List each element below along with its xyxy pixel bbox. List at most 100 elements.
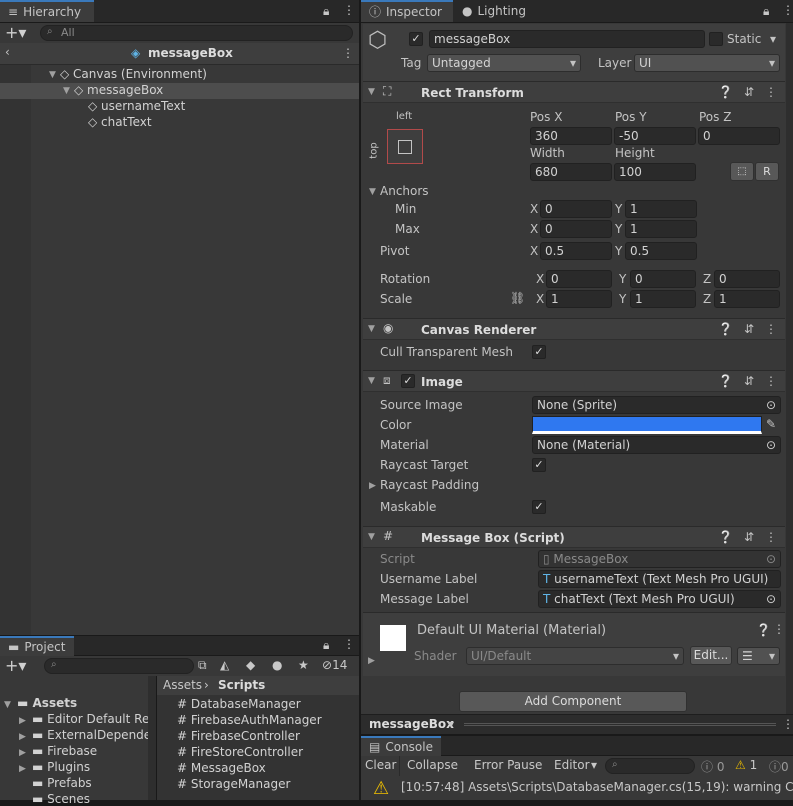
clear-button[interactable]: Clear [365, 758, 396, 772]
raycast-target-checkbox[interactable]: ✓ [532, 458, 546, 472]
expand-icon[interactable]: ▼ [369, 187, 376, 197]
lock-icon[interactable]: 🔒︎ [323, 4, 329, 19]
more-icon[interactable]: ⋮ [343, 3, 355, 17]
posy-field[interactable]: -50 [614, 127, 696, 145]
anchor-max-y[interactable]: 1 [625, 220, 697, 238]
presets-icon[interactable]: ⇵ [744, 374, 754, 388]
tab-inspector[interactable]: ⓘ Inspector [361, 0, 453, 22]
presets-icon[interactable]: ⇵ [744, 85, 754, 99]
type-filter-icon[interactable]: ◭ [220, 658, 229, 672]
tree-item-chattext[interactable]: ◇ chatText [88, 115, 152, 129]
expand-icon[interactable]: ▼ [368, 532, 375, 542]
width-field[interactable]: 680 [530, 163, 612, 181]
posz-field[interactable]: 0 [698, 127, 780, 145]
scale-x[interactable]: 1 [546, 290, 612, 308]
material-field[interactable]: None (Material) ⊙ [532, 436, 781, 454]
footer-object-name[interactable]: messageBox [369, 717, 454, 731]
label-filter-icon[interactable]: ◆ [246, 658, 255, 672]
anchor-min-x[interactable]: 0 [540, 200, 612, 218]
anchor-max-x[interactable]: 0 [540, 220, 612, 238]
anchor-min-y[interactable]: 1 [625, 200, 697, 218]
scrollbar[interactable] [786, 23, 793, 732]
more-icon[interactable]: ⋮ [765, 322, 777, 336]
layer-dropdown[interactable]: UI [634, 54, 780, 72]
object-name-field[interactable]: messageBox [429, 30, 705, 48]
file-item[interactable]: # StorageManager [177, 777, 290, 791]
tree-item-canvas[interactable]: ◇ Canvas (Environment) [60, 67, 207, 81]
static-checkbox[interactable] [709, 32, 723, 46]
add-icon[interactable]: +▾ [5, 23, 26, 42]
tab-lighting[interactable]: ● Lighting [454, 0, 536, 22]
more-icon[interactable]: ⋮ [765, 530, 777, 544]
pivot-x[interactable]: 0.5 [540, 242, 612, 260]
more-icon[interactable]: ⋮ [342, 46, 354, 60]
search-scope-icon[interactable]: ⧉ [198, 658, 207, 673]
tree-item-usernametext[interactable]: ◇ usernameText [88, 99, 185, 113]
scale-y[interactable]: 1 [630, 290, 696, 308]
info-count[interactable]: ⓘ 0 [701, 758, 724, 775]
pivot-y[interactable]: 0.5 [625, 242, 697, 260]
add-component-button[interactable]: Add Component [459, 691, 687, 712]
anchor-preset-button[interactable] [387, 129, 423, 164]
message-label-field[interactable]: T chatText (Text Mesh Pro UGUI) ⊙ [538, 590, 781, 608]
console-search[interactable]: ⌕ [605, 758, 695, 774]
tree-item[interactable]: ▬ Plugins [32, 760, 90, 774]
warning-filter-icon[interactable]: ● [272, 658, 282, 672]
file-item[interactable]: # FireStoreController [177, 745, 303, 759]
error-pause-button[interactable]: Error Pause [474, 758, 542, 772]
chevron-down-icon[interactable]: ▾ [591, 758, 597, 772]
posx-field[interactable]: 360 [530, 127, 612, 145]
expand-icon[interactable]: ▶ [368, 656, 375, 666]
help-icon[interactable]: ❔ [718, 374, 733, 388]
scale-z[interactable]: 1 [714, 290, 780, 308]
raycast-padding-label[interactable]: Raycast Padding [380, 478, 479, 492]
chevron-down-icon[interactable]: ▾ [770, 32, 776, 46]
rotation-x[interactable]: 0 [546, 270, 612, 288]
tree-item-assets[interactable]: ▬ Assets [17, 696, 77, 710]
more-icon[interactable]: ⋮ [765, 374, 777, 388]
presets-icon[interactable]: ⇵ [744, 530, 754, 544]
editor-dropdown[interactable]: Editor [554, 758, 590, 772]
shader-menu-icon[interactable]: ☰ [737, 647, 780, 665]
tree-item-messagebox[interactable]: ◇ messageBox [74, 83, 163, 97]
help-icon[interactable]: ❔ [756, 623, 771, 637]
expand-icon[interactable]: ▼ [63, 86, 70, 96]
lock-icon[interactable]: 🔒︎ [323, 638, 329, 653]
lock-icon[interactable]: 🔒︎ [763, 4, 769, 19]
active-checkbox[interactable]: ✓ [409, 32, 423, 46]
script-header[interactable]: ▼ # Message Box (Script) ❔ ⇵ ⋮ [363, 526, 785, 548]
tab-console[interactable]: ▤ Console [361, 736, 441, 756]
maskable-checkbox[interactable]: ✓ [532, 500, 546, 514]
help-icon[interactable]: ❔ [718, 85, 733, 99]
rect-transform-header[interactable]: ▼ ⛶ Rect Transform ❔ ⇵ ⋮ [363, 81, 785, 103]
tree-item[interactable]: ▬ ExternalDepende [32, 728, 151, 742]
tree-item[interactable]: ▬ Editor Default Res [32, 712, 156, 726]
expand-icon[interactable]: ▼ [368, 324, 375, 334]
tab-hierarchy[interactable]: ≡ Hierarchy [0, 0, 94, 22]
hierarchy-search[interactable]: ⌕ All [40, 25, 353, 41]
expand-icon[interactable]: ▼ [49, 70, 56, 80]
collapse-button[interactable]: Collapse [407, 758, 458, 772]
expand-icon[interactable]: ▼ [4, 700, 11, 710]
blueprint-icon[interactable]: ⬚ [730, 162, 754, 181]
expand-icon[interactable]: ▼ [368, 87, 375, 97]
height-field[interactable]: 100 [614, 163, 696, 181]
more-icon[interactable]: ⋮ [343, 637, 355, 651]
tree-item[interactable]: ▬ Firebase [32, 744, 97, 758]
eyedropper-icon[interactable]: ✎ [766, 417, 776, 431]
file-item[interactable]: # FirebaseAuthManager [177, 713, 322, 727]
file-item[interactable]: # FirebaseController [177, 729, 300, 743]
back-icon[interactable]: ‹ [5, 45, 10, 59]
rotation-z[interactable]: 0 [714, 270, 780, 288]
error-count[interactable]: ⓘ0 [769, 758, 789, 775]
help-icon[interactable]: ❔ [718, 530, 733, 544]
more-icon[interactable]: ⋮ [782, 3, 793, 17]
expand-icon[interactable]: ▼ [368, 376, 375, 386]
raw-edit-button[interactable]: R [755, 162, 779, 181]
tree-item[interactable]: ▬ Scenes [32, 792, 90, 806]
scrollbar[interactable] [148, 676, 156, 800]
color-swatch[interactable] [532, 416, 762, 434]
more-icon[interactable]: ⋮ [765, 85, 777, 99]
hidden-packages-icon[interactable]: ⊘14 [322, 658, 347, 672]
more-icon[interactable]: ⋮ [773, 622, 785, 636]
